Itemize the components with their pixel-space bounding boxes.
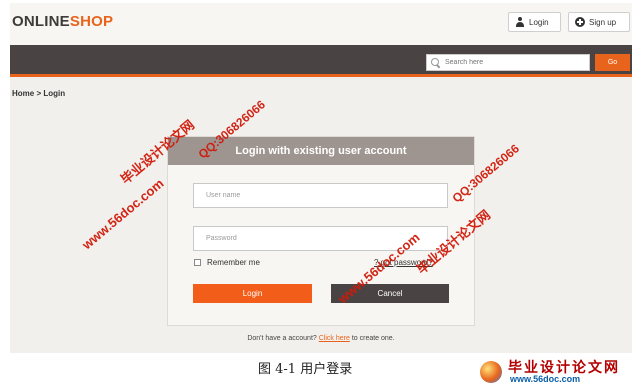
nav-bar: Go bbox=[10, 45, 632, 77]
user-icon bbox=[515, 17, 525, 27]
remember-label: Remember me bbox=[207, 258, 260, 267]
logo-text-online: ONLINE bbox=[12, 13, 70, 30]
top-bar: ONLINESHOP Login Sign up bbox=[10, 3, 632, 45]
watermark-url: www.56doc.com bbox=[79, 175, 167, 253]
search-go-button[interactable]: Go bbox=[595, 54, 630, 71]
app-frame: ONLINESHOP Login Sign up Go Home > Login… bbox=[10, 3, 632, 353]
logo-text-shop: SHOP bbox=[69, 13, 114, 30]
figure-caption: 图 4-1 用户登录 bbox=[258, 362, 353, 377]
site-logo[interactable]: ONLINESHOP bbox=[12, 13, 113, 30]
create-account-prefix: Don't have a account? bbox=[247, 335, 317, 342]
badge-url: www.56doc.com bbox=[510, 374, 581, 384]
remember-checkbox[interactable] bbox=[194, 259, 201, 266]
header-signup-button[interactable]: Sign up bbox=[568, 12, 630, 32]
create-account-text: Don't have a account? Click here to crea… bbox=[10, 335, 632, 342]
plus-circle-icon bbox=[575, 17, 585, 27]
remember-me[interactable]: Remember me bbox=[194, 258, 260, 267]
site-badge: 毕业设计论文网 www.56doc.com bbox=[478, 356, 640, 386]
search-box[interactable] bbox=[426, 54, 590, 71]
search-input[interactable] bbox=[445, 59, 575, 66]
username-field[interactable]: User name bbox=[193, 183, 448, 208]
search-icon bbox=[431, 58, 440, 67]
username-placeholder: User name bbox=[206, 192, 241, 199]
login-panel: Login with existing user account User na… bbox=[167, 136, 475, 326]
login-button[interactable]: Login bbox=[193, 284, 312, 303]
globe-icon bbox=[480, 361, 502, 383]
header-login-button[interactable]: Login bbox=[508, 12, 561, 32]
create-account-link[interactable]: Click here bbox=[319, 335, 350, 342]
create-account-suffix: to create one. bbox=[351, 335, 395, 342]
header-signup-label: Sign up bbox=[589, 17, 617, 27]
header-login-label: Login bbox=[529, 17, 549, 27]
breadcrumb: Home > Login bbox=[12, 89, 66, 98]
password-placeholder: Password bbox=[206, 235, 237, 242]
